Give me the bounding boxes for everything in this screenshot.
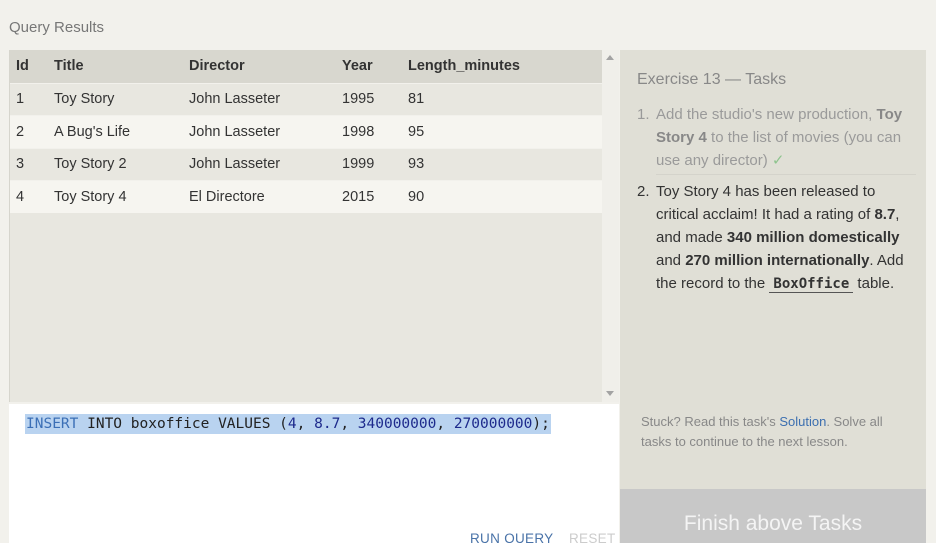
sql-number: 4 [287,416,297,432]
cell-year: 1998 [342,115,408,148]
task-text: Add the studio's new production, Toy Sto… [656,103,919,172]
cell-length: 90 [408,180,603,213]
cell-title: Toy Story 4 [54,180,189,213]
query-results-title: Query Results [9,19,105,36]
column-header-title: Title [54,50,189,83]
results-table: Id Title Director Year Length_minutes 1 … [10,50,603,213]
sql-separator: , [436,416,454,432]
column-header-length: Length_minutes [408,50,603,83]
stuck-help-text: Stuck? Read this task's Solution. Solve … [641,412,911,452]
cell-year: 1999 [342,147,408,181]
task-number: 2. [637,183,650,200]
cell-length: 81 [408,82,603,116]
table-row: 3 Toy Story 2 John Lasseter 1999 93 [10,147,603,181]
task-number: 1. [637,106,650,123]
cell-length: 93 [408,147,603,181]
table-name-code: BoxOffice [769,276,854,293]
task-bold-text: 270 million internationally [685,252,870,269]
table-row: 2 A Bug's Life John Lasseter 1998 95 [10,115,603,148]
sql-number: 8.7 [314,416,341,432]
cell-director: John Lasseter [189,115,342,148]
cell-id: 4 [10,180,54,213]
sql-separator: , [296,416,315,432]
cell-length: 95 [408,115,603,148]
finish-tasks-button[interactable]: Finish above Tasks [620,489,926,543]
task-text-part: and [656,252,686,269]
task-text-part: Toy Story 4 has been released to critica… [656,183,876,223]
table-row: 1 Toy Story John Lasseter 1995 81 [10,82,603,116]
check-icon: ✓ [771,152,785,169]
sql-separator: , [340,416,358,432]
task-item-2: 2. Toy Story 4 has been released to crit… [637,180,919,296]
cell-id: 2 [10,115,54,148]
scroll-down-arrow-icon[interactable] [606,391,614,396]
task-bold-text: 340 million domestically [726,229,900,246]
task-bold-text: 8.7 [874,206,896,223]
task-text-part: table. [853,275,895,292]
exercise-title: Exercise 13 — Tasks [637,71,787,88]
task-text: Toy Story 4 has been released to critica… [656,180,919,296]
sql-keyword: INSERT [26,416,79,432]
sql-number: 270000000 [453,416,533,432]
column-header-id: Id [10,50,54,83]
run-query-button[interactable]: RUN QUERY [470,531,553,543]
sql-text: INTO boxoffice VALUES ( [78,416,288,432]
cell-title: Toy Story [54,82,189,116]
cell-director: El Directore [189,180,342,213]
scroll-up-arrow-icon[interactable] [606,55,614,60]
solution-link[interactable]: Solution [779,414,826,429]
results-table-panel: Id Title Director Year Length_minutes 1 … [9,50,603,402]
cell-id: 3 [10,147,54,181]
sql-number: 340000000 [357,416,437,432]
table-row: 4 Toy Story 4 El Directore 2015 90 [10,180,603,213]
cell-title: Toy Story 2 [54,147,189,181]
sql-query-text[interactable]: INSERT INTO boxoffice VALUES (4, 8.7, 34… [25,414,551,434]
task-item-1: 1. Add the studio's new production, Toy … [637,103,919,172]
cell-director: John Lasseter [189,82,342,116]
sql-text-end: ); [532,416,550,432]
cell-id: 1 [10,82,54,116]
cell-director: John Lasseter [189,147,342,181]
sql-editor[interactable]: INSERT INTO boxoffice VALUES (4, 8.7, 34… [9,404,619,543]
reset-button[interactable]: RESET [569,531,616,543]
page-margin [926,50,936,543]
cell-year: 1995 [342,82,408,116]
column-header-year: Year [342,50,408,83]
results-scrollbar[interactable] [602,50,619,402]
cell-title: A Bug's Life [54,115,189,148]
tasks-sidebar: Exercise 13 — Tasks 1. Add the studio's … [620,50,926,489]
task-text-part: Add the studio's new production, [656,106,877,123]
column-header-director: Director [189,50,342,83]
stuck-text: Stuck? Read this task's [641,414,780,429]
task-divider [656,174,916,175]
table-header-row: Id Title Director Year Length_minutes [10,50,603,83]
cell-year: 2015 [342,180,408,213]
